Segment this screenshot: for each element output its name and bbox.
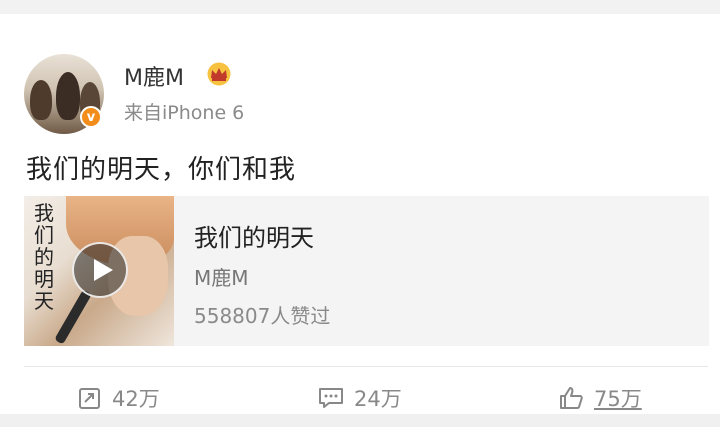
comment-count: 24万 xyxy=(354,387,402,411)
like-count: 75万 xyxy=(594,387,642,411)
divider xyxy=(24,366,708,367)
bottom-separator xyxy=(0,414,720,427)
music-card[interactable]: 我们的明天 我们的明天 M鹿M 558807人赞过 xyxy=(24,196,709,346)
avatar-figure xyxy=(56,72,80,120)
post-text: 我们的明天，你们和我 xyxy=(26,155,297,185)
post-source: 来自iPhone 6 xyxy=(124,102,245,124)
comment-button[interactable]: 24万 xyxy=(318,380,402,416)
cover-title: 我们的明天 xyxy=(34,201,54,313)
username[interactable]: M鹿M xyxy=(124,60,184,92)
repost-count: 42万 xyxy=(112,387,160,411)
music-title[interactable]: 我们的明天 xyxy=(194,218,314,253)
top-separator xyxy=(0,0,720,14)
play-icon xyxy=(94,259,113,281)
like-button[interactable]: 75万 xyxy=(558,380,642,416)
music-likes: 558807人赞过 xyxy=(194,304,331,328)
repost-button[interactable]: 42万 xyxy=(78,380,160,416)
crown-icon xyxy=(207,62,231,86)
album-cover[interactable]: 我们的明天 xyxy=(24,196,174,346)
play-button[interactable] xyxy=(72,242,128,298)
comment-icon xyxy=(319,388,343,408)
music-artist: M鹿M xyxy=(194,266,249,290)
weibo-post-card: v M鹿M 来自iPhone 6 我们的明天，你们和我 我们的明天 我们的明天 … xyxy=(0,14,720,414)
thumbs-up-icon xyxy=(560,387,583,409)
cover-art xyxy=(54,289,92,345)
repost-icon xyxy=(79,388,100,409)
avatar-figure xyxy=(30,80,52,120)
verified-badge-icon: v xyxy=(80,106,102,128)
